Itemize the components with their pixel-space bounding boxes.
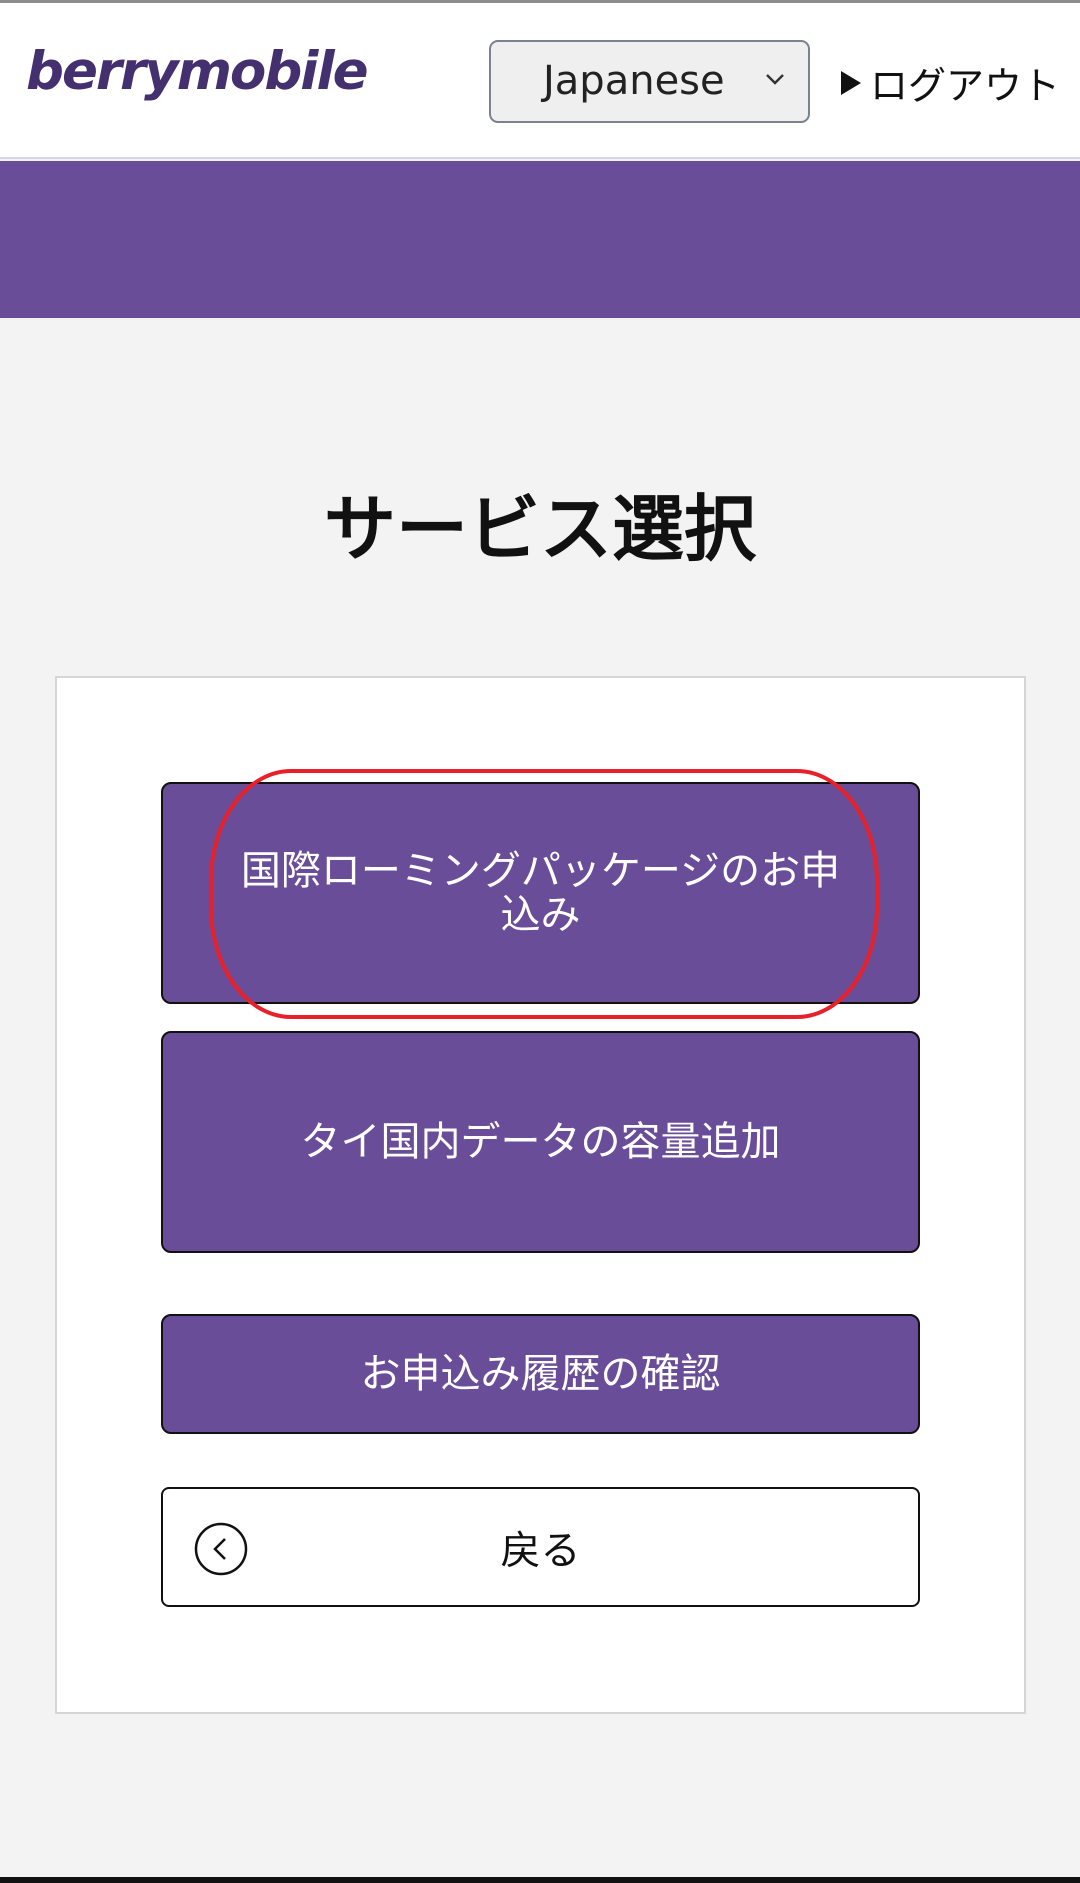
roaming-package-button[interactable]: 国際ローミングパッケージのお申込み: [161, 782, 920, 1004]
site-header: berrymobile Japanese ログアウト: [0, 3, 1080, 159]
chevron-down-icon: [766, 74, 784, 85]
application-history-label: お申込み履歴の確認: [360, 1351, 721, 1397]
purple-banner: [0, 161, 1080, 318]
data-addition-button[interactable]: タイ国内データの容量追加: [161, 1031, 920, 1253]
back-label: 戻る: [500, 1528, 581, 1574]
logout-link[interactable]: ログアウト: [838, 55, 1060, 110]
roaming-package-label: 国際ローミングパッケージのお申込み: [240, 848, 841, 938]
language-select-value: Japanese: [543, 58, 725, 104]
back-button[interactable]: 戻る: [161, 1487, 920, 1607]
bottom-border: [0, 1877, 1080, 1883]
page-title: サービス選択: [323, 487, 756, 571]
logout-label: ログアウト: [870, 64, 1061, 108]
triangle-right-icon: [841, 70, 861, 95]
data-addition-label: タイ国内データの容量追加: [300, 1119, 781, 1165]
chevron-left-circle-icon: [194, 1522, 248, 1576]
application-history-button[interactable]: お申込み履歴の確認: [161, 1314, 920, 1434]
language-select[interactable]: Japanese: [489, 40, 810, 123]
berrymobile-logo[interactable]: berrymobile: [26, 41, 369, 102]
